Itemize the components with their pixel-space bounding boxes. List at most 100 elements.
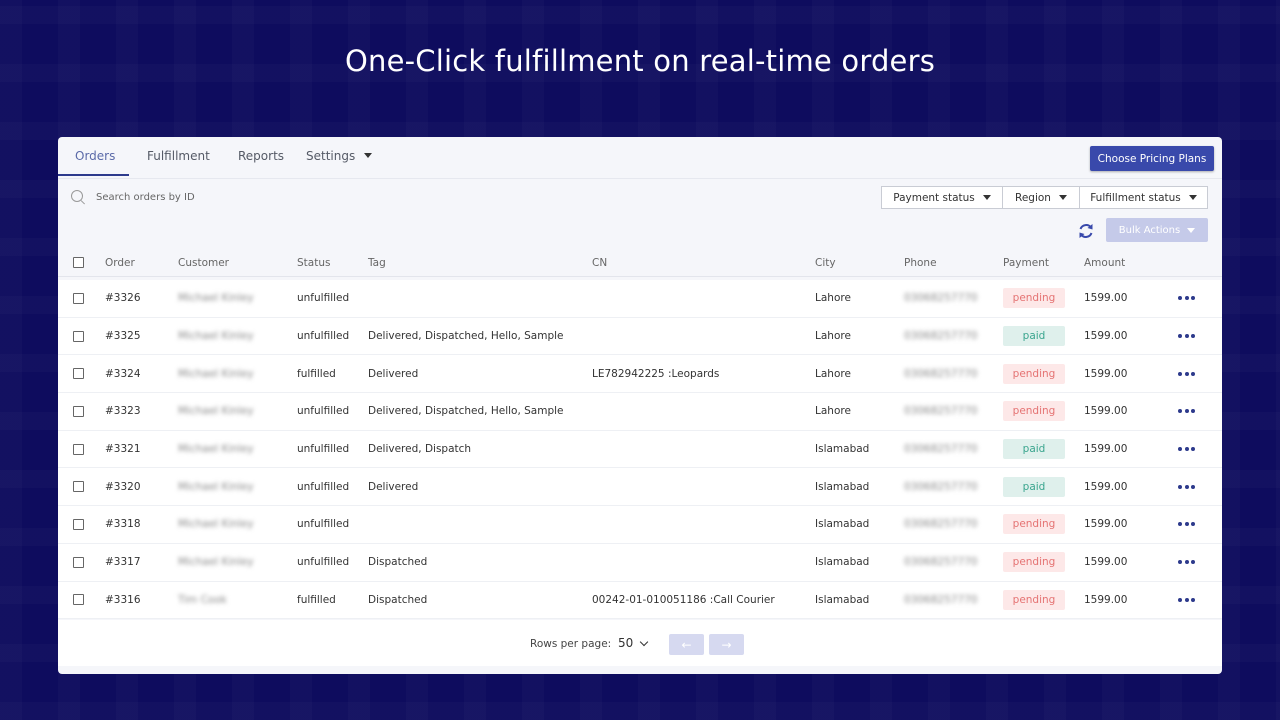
order-id[interactable]: #3326 <box>105 292 141 304</box>
table-row[interactable]: #3323 Michael Kinley unfulfilled Delivered,… <box>58 393 1222 431</box>
order-id[interactable]: #3324 <box>105 368 141 380</box>
payment-status-badge: paid <box>1003 326 1065 347</box>
more-actions-icon[interactable] <box>1178 597 1195 602</box>
payment-status-badge: pending <box>1003 552 1065 573</box>
city: Lahore <box>815 330 851 343</box>
order-id[interactable]: #3316 <box>105 594 141 606</box>
region-filter[interactable]: Region <box>1003 187 1080 208</box>
column-header-tag[interactable]: Tag <box>368 257 386 269</box>
more-actions-icon[interactable] <box>1178 296 1195 301</box>
settings-dropdown-caret-icon[interactable] <box>364 153 372 158</box>
chevron-down-icon[interactable] <box>639 637 649 647</box>
more-actions-icon[interactable] <box>1178 484 1195 489</box>
order-id[interactable]: #3325 <box>105 330 141 342</box>
dot <box>1184 560 1189 565</box>
row-checkbox[interactable] <box>73 330 84 342</box>
column-header-payment[interactable]: Payment <box>1003 257 1049 269</box>
order-id[interactable]: #3323 <box>105 405 141 417</box>
row-checkbox[interactable] <box>73 443 84 455</box>
city: Lahore <box>815 405 851 418</box>
amount: 1599.00 <box>1084 556 1128 569</box>
amount: 1599.00 <box>1084 405 1128 418</box>
table-row[interactable]: #3324 Michael Kinley fulfilled Delivered LE7… <box>58 355 1222 394</box>
customer-name: Michael Kinley <box>178 518 254 531</box>
more-actions-icon[interactable] <box>1178 560 1195 565</box>
fulfillment-status: unfulfilled <box>297 292 350 305</box>
payment-status-filter[interactable]: Payment status <box>882 187 1003 208</box>
row-checkbox[interactable] <box>73 368 84 380</box>
bulk-actions-button[interactable]: Bulk Actions <box>1106 218 1208 242</box>
payment-status-badge: paid <box>1003 476 1065 497</box>
dot <box>1191 296 1195 301</box>
order-id[interactable]: #3321 <box>105 443 141 455</box>
fulfillment-status: unfulfilled <box>297 443 350 456</box>
order-tags: Delivered, Dispatched, Hello, Sample <box>368 405 564 418</box>
tab-reports[interactable]: Reports <box>238 149 284 163</box>
chevron-down-icon <box>1058 195 1067 200</box>
phone-number: 03068257770 <box>904 405 978 418</box>
order-id[interactable]: #3318 <box>105 518 141 530</box>
table-row[interactable]: #3326 Michael Kinley unfulfilled Lahore 0306… <box>58 280 1222 318</box>
more-actions-icon[interactable] <box>1178 409 1195 414</box>
fulfillment-status: unfulfilled <box>297 405 350 418</box>
customer-name: Michael Kinley <box>178 443 254 456</box>
column-header-customer[interactable]: Customer <box>178 257 229 269</box>
more-actions-icon[interactable] <box>1178 334 1195 339</box>
table-row[interactable]: #3316 Tim Cook fulfilled Dispatched 00242-01… <box>58 581 1222 620</box>
order-id[interactable]: #3320 <box>105 481 141 493</box>
next-page-button[interactable]: → <box>709 634 744 655</box>
order-id[interactable]: #3317 <box>105 556 141 568</box>
more-actions-icon[interactable] <box>1178 371 1195 376</box>
row-checkbox[interactable] <box>73 481 84 493</box>
table-row[interactable]: #3318 Michael Kinley unfulfilled Islamabad 0… <box>58 506 1222 544</box>
row-checkbox[interactable] <box>73 556 84 568</box>
dot <box>1191 560 1195 565</box>
dot <box>1191 522 1195 527</box>
phone-number: 03068257770 <box>904 443 978 456</box>
dot <box>1178 447 1182 452</box>
column-header-cn[interactable]: CN <box>592 257 607 269</box>
headline: One-Click fulfillment on real-time order… <box>344 44 936 78</box>
chevron-down-icon <box>982 195 991 200</box>
order-tags: Delivered <box>368 480 419 493</box>
select-all-checkbox[interactable] <box>73 257 84 268</box>
tab-settings[interactable]: Settings <box>306 149 355 163</box>
fulfillment-status: unfulfilled <box>297 556 350 569</box>
dot <box>1184 522 1189 527</box>
search-bar <box>70 189 396 205</box>
city: Islamabad <box>815 593 870 606</box>
more-actions-icon[interactable] <box>1178 447 1195 452</box>
row-checkbox[interactable] <box>73 405 84 417</box>
fulfillment-status: unfulfilled <box>297 518 350 531</box>
table-row[interactable]: #3317 Michael Kinley unfulfilled Dispatched… <box>58 543 1222 582</box>
column-header-city[interactable]: City <box>815 257 836 269</box>
row-checkbox[interactable] <box>73 518 84 530</box>
table-row[interactable]: #3321 Michael Kinley unfulfilled Delivered,… <box>58 430 1222 469</box>
more-actions-icon[interactable] <box>1178 522 1195 527</box>
phone-number: 03068257770 <box>904 556 978 569</box>
table-row[interactable]: #3320 Michael Kinley unfulfilled Delivered I… <box>58 468 1222 507</box>
payment-status-badge: pending <box>1003 589 1065 610</box>
rows-per-page-select[interactable]: 50 <box>618 636 633 650</box>
column-header-phone[interactable]: Phone <box>904 257 937 269</box>
column-header-amount[interactable]: Amount <box>1084 257 1125 269</box>
dot <box>1191 371 1195 376</box>
choose-pricing-plans-button[interactable]: Choose Pricing Plans <box>1090 146 1214 171</box>
customer-name: Michael Kinley <box>178 330 254 343</box>
search-input[interactable] <box>96 191 396 203</box>
refresh-icon[interactable] <box>1076 221 1096 241</box>
row-checkbox[interactable] <box>73 594 84 606</box>
payment-status-badge: pending <box>1003 288 1065 309</box>
previous-page-button[interactable]: ← <box>669 634 704 655</box>
tab-fulfillment[interactable]: Fulfillment <box>147 149 210 163</box>
row-checkbox[interactable] <box>73 292 84 304</box>
tab-orders[interactable]: Orders <box>75 149 115 163</box>
table-row[interactable]: #3325 Michael Kinley unfulfilled Delivered,… <box>58 317 1222 356</box>
column-header-order[interactable]: Order <box>105 257 135 269</box>
chevron-down-icon <box>1187 227 1196 233</box>
filter-label: Fulfillment status <box>1090 191 1181 204</box>
filter-label: Payment status <box>893 191 975 204</box>
fulfillment-status-filter[interactable]: Fulfillment status <box>1080 187 1207 208</box>
column-header-status[interactable]: Status <box>297 257 330 269</box>
customer-name: Michael Kinley <box>178 405 254 418</box>
